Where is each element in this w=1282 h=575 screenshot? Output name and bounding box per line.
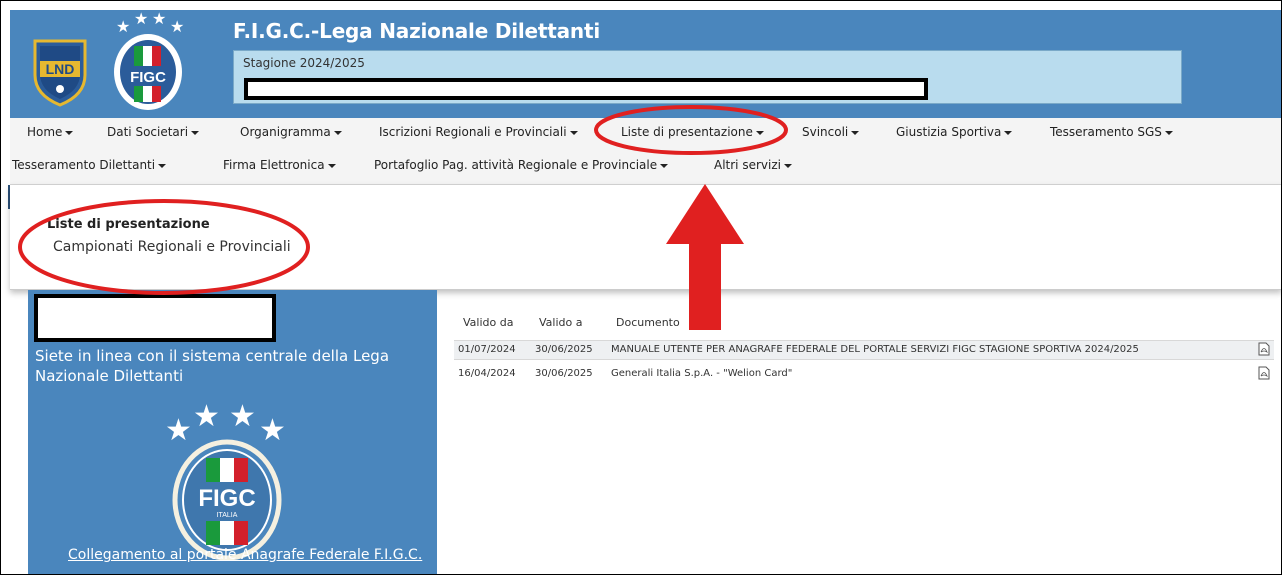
app-header: LND ★ ★ ★ ★ FIGC F.I.G.C.-Lega Nazionale…: [10, 10, 1282, 118]
nav-dati-societari-label: Dati Societari: [107, 125, 189, 139]
svg-text:LND: LND: [46, 61, 75, 77]
svg-text:FIGC: FIGC: [198, 485, 255, 512]
caret-down-icon: [783, 163, 792, 168]
caret-down-icon: [158, 163, 167, 168]
nav-tesseramento-dilettanti[interactable]: Tesseramento Dilettanti: [12, 158, 167, 172]
nav-svincoli-label: Svincoli: [802, 125, 849, 139]
nav-tesseramento-sgs[interactable]: Tesseramento SGS: [1050, 125, 1173, 139]
svg-text:★: ★: [116, 17, 130, 36]
svg-text:★: ★: [165, 413, 192, 448]
dropdown-header: Liste di presentazione: [47, 217, 210, 232]
nav-tesseramento-sgs-label: Tesseramento SGS: [1050, 125, 1162, 139]
svg-text:★: ★: [229, 400, 256, 434]
nav-firma-elettronica[interactable]: Firma Elettronica: [223, 158, 336, 172]
dropdown-item-campionati[interactable]: Campionati Regionali e Provinciali: [53, 239, 291, 255]
col-valido-da: Valido da: [463, 316, 514, 329]
nav-tesseramento-dilettanti-label: Tesseramento Dilettanti: [12, 158, 156, 172]
pdf-icon[interactable]: [1258, 366, 1270, 380]
caret-down-icon: [1164, 130, 1173, 135]
cell-valid-to: 30/06/2025: [535, 344, 593, 355]
svg-text:ITALIA: ITALIA: [217, 512, 238, 519]
nav-svincoli[interactable]: Svincoli: [802, 125, 860, 139]
nav-giustizia-sportiva[interactable]: Giustizia Sportiva: [896, 125, 1013, 139]
svg-text:★: ★: [134, 10, 148, 28]
svg-text:★: ★: [152, 10, 166, 28]
caret-down-icon: [569, 130, 578, 135]
caret-down-icon: [333, 130, 342, 135]
left-sidebar: Siete in linea con il sistema centrale d…: [28, 290, 437, 575]
caret-down-icon: [660, 163, 669, 168]
nav-iscrizioni-label: Iscrizioni Regionali e Provinciali: [379, 125, 567, 139]
lnd-logo-icon: LND: [33, 39, 87, 107]
redaction-box: [34, 294, 276, 342]
liste-presentazione-dropdown: Liste di presentazione Campionati Region…: [10, 185, 1282, 290]
caret-down-icon: [327, 163, 336, 168]
figc-logo-icon: ★ ★ ★ ★ FIGC: [114, 10, 184, 110]
nav-home-label: Home: [27, 125, 63, 139]
cell-document: MANUALE UTENTE PER ANAGRAFE FEDERALE DEL…: [611, 344, 1139, 355]
redaction-bar: [244, 78, 928, 100]
svg-text:FIGC: FIGC: [130, 69, 166, 86]
nav-altri-servizi-label: Altri servizi: [714, 158, 781, 172]
nav-organigramma-label: Organigramma: [240, 125, 331, 139]
cell-valid-from: 16/04/2024: [458, 368, 516, 379]
main-nav: Home Dati Societari Organigramma Iscrizi…: [10, 118, 1282, 185]
table-row[interactable]: 01/07/2024 30/06/2025 MANUALE UTENTE PER…: [454, 340, 1274, 360]
nav-firma-elettronica-label: Firma Elettronica: [223, 158, 325, 172]
figc-large-logo-icon: ★ ★ ★ ★ FIGC ITALIA: [165, 400, 286, 560]
online-status-text: Siete in linea con il sistema centrale d…: [35, 347, 390, 385]
nav-liste-presentazione-label: Liste di presentazione: [621, 125, 753, 139]
svg-text:★: ★: [259, 413, 286, 448]
table-row[interactable]: 16/04/2024 30/06/2025 Generali Italia S.…: [454, 365, 1274, 383]
anagrafe-federale-link[interactable]: Collegamento al portale Anagrafe Federal…: [68, 547, 422, 563]
col-valido-a: Valido a: [539, 316, 583, 329]
cell-document: Generali Italia S.p.A. - "Welion Card": [611, 368, 793, 379]
cell-valid-to: 30/06/2025: [535, 368, 593, 379]
caret-down-icon: [851, 130, 860, 135]
col-documento: Documento: [616, 316, 680, 329]
nav-home[interactable]: Home: [27, 125, 74, 139]
nav-altri-servizi[interactable]: Altri servizi: [714, 158, 792, 172]
season-label: Stagione 2024/2025: [243, 56, 365, 70]
pdf-icon[interactable]: [1258, 342, 1270, 356]
nav-portafoglio[interactable]: Portafoglio Pag. attività Regionale e Pr…: [374, 158, 669, 172]
nav-dati-societari[interactable]: Dati Societari: [107, 125, 200, 139]
caret-down-icon: [65, 130, 74, 135]
cell-valid-from: 01/07/2024: [458, 344, 516, 355]
caret-down-icon: [191, 130, 200, 135]
caret-down-icon: [1004, 130, 1013, 135]
season-box: Stagione 2024/2025: [233, 50, 1182, 104]
nav-portafoglio-label: Portafoglio Pag. attività Regionale e Pr…: [374, 158, 658, 172]
caret-down-icon: [755, 130, 764, 135]
svg-text:★: ★: [193, 400, 220, 434]
app-title: F.I.G.C.-Lega Nazionale Dilettanti: [233, 19, 600, 43]
nav-giustizia-sportiva-label: Giustizia Sportiva: [896, 125, 1002, 139]
nav-iscrizioni[interactable]: Iscrizioni Regionali e Provinciali: [379, 125, 578, 139]
nav-liste-presentazione[interactable]: Liste di presentazione: [621, 125, 764, 139]
nav-organigramma[interactable]: Organigramma: [240, 125, 342, 139]
svg-text:★: ★: [170, 17, 184, 36]
